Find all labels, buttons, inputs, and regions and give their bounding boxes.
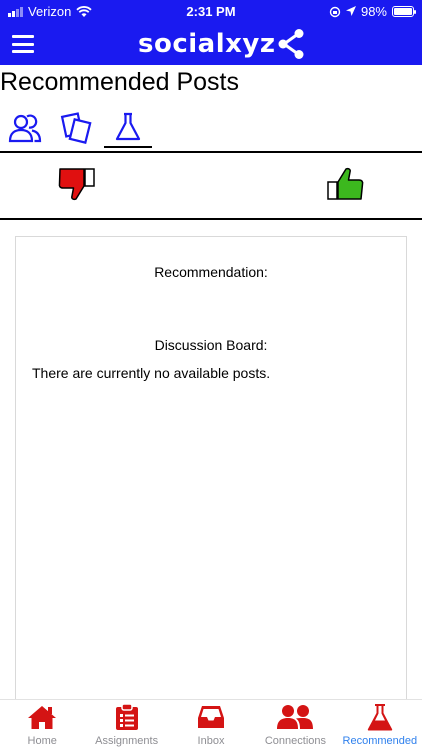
nav-recommended-label: Recommended (342, 735, 418, 747)
vote-row (0, 154, 422, 218)
post-card: Recommendation: Discussion Board: There … (15, 236, 407, 706)
tab-pages[interactable] (54, 108, 98, 148)
flask-icon (367, 704, 393, 731)
flask-icon (115, 112, 141, 141)
connections-icon (277, 705, 314, 729)
tab-recommended[interactable] (104, 108, 152, 148)
home-icon (28, 706, 57, 729)
nav-assignments-label: Assignments (95, 735, 159, 747)
nav-inbox[interactable]: Inbox (169, 700, 253, 750)
status-bar: Verizon 2:31 PM 98% (0, 0, 422, 24)
bottom-nav: Home Assignments Inbox Connections Recom… (0, 699, 422, 750)
dislike-button[interactable] (58, 166, 98, 202)
recommendation-label: Recommendation: (154, 264, 268, 280)
battery-percent: 98% (360, 4, 387, 19)
nav-home-label: Home (27, 735, 57, 747)
page-title: Recommended Posts (0, 68, 240, 96)
tab-people[interactable] (3, 108, 47, 148)
nav-connections-label: Connections (264, 735, 326, 747)
nav-connections[interactable]: Connections (253, 700, 337, 750)
people-icon (8, 114, 42, 143)
divider-bottom (0, 218, 422, 220)
nav-recommended[interactable]: Recommended (338, 700, 422, 750)
pages-icon (60, 112, 92, 144)
nav-inbox-label: Inbox (197, 735, 225, 747)
orientation-lock-icon (329, 6, 341, 17)
share-network-icon (278, 29, 304, 59)
tab-bar (0, 106, 422, 152)
divider-top (0, 151, 422, 153)
thumbs-up-icon (327, 167, 364, 200)
hamburger-menu-icon[interactable] (12, 35, 34, 53)
nav-home[interactable]: Home (0, 700, 84, 750)
inbox-icon (198, 706, 225, 728)
battery-icon (392, 6, 416, 17)
clipboard-icon (115, 703, 138, 730)
app-logo: socialxyz (138, 28, 306, 60)
like-button[interactable] (326, 166, 366, 202)
location-icon (345, 6, 356, 16)
nav-assignments[interactable]: Assignments (84, 700, 168, 750)
empty-posts-message: There are currently no available posts. (32, 365, 271, 381)
discussion-board-label: Discussion Board: (154, 337, 268, 353)
logo-text: socialxyz (138, 29, 276, 59)
app-bar: socialxyz (0, 24, 422, 65)
thumbs-down-icon (58, 168, 95, 201)
